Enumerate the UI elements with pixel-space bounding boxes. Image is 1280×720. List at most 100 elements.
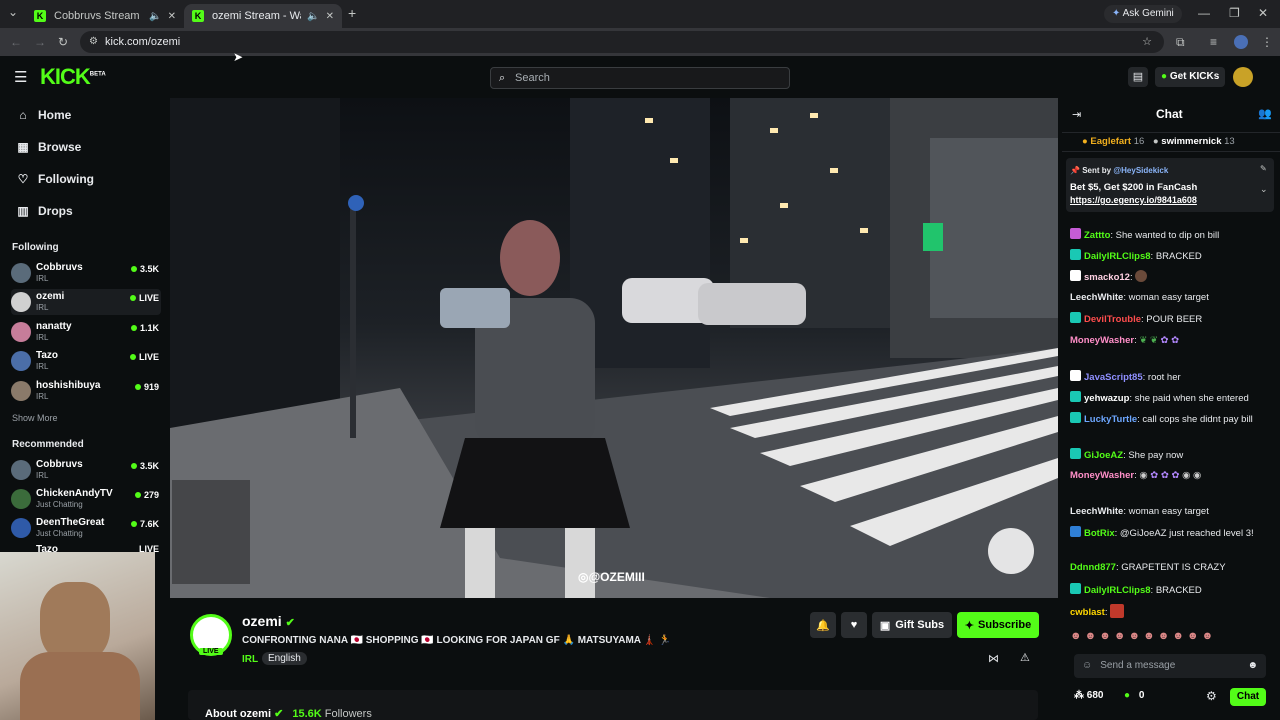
tab-list-icon[interactable]: ⌄ [8,0,18,26]
close-window-icon[interactable]: ✕ [1258,0,1268,27]
channel-name: Tazo [36,544,59,552]
media-controls-icon[interactable]: ≡ [1210,28,1217,56]
chat-username[interactable]: cwblast [1070,607,1105,618]
chat-users-icon[interactable]: 👥 [1258,107,1272,120]
unpin-icon[interactable]: ✎ [1260,164,1267,173]
chat-username[interactable]: LeechWhite [1070,506,1123,517]
channel-points[interactable]: ⁂ 680 [1074,690,1103,701]
chat-username[interactable]: smacko12 [1084,272,1130,283]
avatar [11,381,31,401]
chat-username[interactable]: DevilTrouble [1084,314,1141,325]
chat-username[interactable]: DailyIRLClips8 [1084,585,1151,596]
minimize-icon[interactable]: — [1198,0,1210,27]
nav-label: Following [38,172,94,186]
chat-username[interactable]: DailyIRLClips8 [1084,251,1151,262]
speaker-icon[interactable]: 🔈 [149,11,161,22]
recommended-channel-deenthegreat[interactable]: DeenTheGreat Just Chatting 7.6K [11,515,161,541]
hamburger-menu-icon[interactable]: ☰ [14,68,27,86]
follow-heart-button[interactable]: ♥ [841,612,867,638]
subscribe-button[interactable]: ✦ Subscribe [957,612,1039,638]
chat-username[interactable]: GiJoeAZ [1084,450,1123,461]
nav-following[interactable]: ♡ Following [16,172,94,186]
kicks-balance[interactable]: ● 0 [1124,690,1144,701]
video-player[interactable]: ◎@OZEMIII [170,98,1058,598]
dashboard-button[interactable]: ▤ [1128,67,1148,87]
chat-message: DailyIRLClips8: BRACKED [1070,249,1274,264]
speaker-icon[interactable]: 🔈 [307,11,319,22]
chat-username[interactable]: Zattto [1084,230,1110,241]
chat-panel: ⇥ Chat 👥 ● Eaglefart 16 ● swimmernick 13… [1062,98,1280,720]
following-channel-nanatty[interactable]: nanatty IRL 1.1K [11,319,161,345]
chat-username[interactable]: MoneyWasher [1070,470,1134,481]
collapse-chat-icon[interactable]: ⇥ [1072,108,1081,121]
browser-tab-ozemi[interactable]: K ozemi Stream - Watch Live 🔈 ✕ [184,4,342,28]
points-icon: ⁂ [1074,690,1084,701]
show-more-link[interactable]: Show More [12,413,58,423]
search-input[interactable]: ⌕ Search [490,67,790,89]
following-channel-hoshishibuya[interactable]: hoshishibuya IRL 919 [11,378,161,404]
chat-username[interactable]: JavaScript85 [1084,372,1143,383]
kick-logo[interactable]: KICKBETA [40,64,106,90]
chat-username[interactable]: LeechWhite [1070,292,1123,303]
chat-text: GRAPETENT IS CRAZY [1121,562,1226,573]
pinned-link[interactable]: https://go.egency.io/9841a608 [1070,195,1197,205]
browser-tab-cobbruvs[interactable]: K Cobbruvs Stream - Watch Live 🔈 ✕ [26,4,184,28]
chat-username[interactable]: MoneyWasher [1070,335,1134,346]
get-kicks-button[interactable]: ● Get KICKs [1155,67,1226,87]
report-icon[interactable]: ⚠ [1020,651,1030,664]
reload-icon[interactable]: ↻ [58,28,68,56]
chat-username[interactable]: BotRix [1084,528,1115,539]
chat-settings-icon[interactable]: ⚙ [1206,689,1217,703]
share-icon[interactable]: ⋈ [988,652,999,665]
expand-pinned-icon[interactable]: ⌄ [1260,184,1268,195]
close-tab-icon[interactable]: ✕ [168,11,176,22]
forward-icon[interactable]: → [34,28,46,56]
chat-message: LuckyTurtle: call cops she didnt pay bil… [1070,412,1274,427]
sub-badge-icon [1070,312,1081,323]
emote-picker-icon[interactable]: ☻ [1247,654,1258,678]
pinned-message[interactable]: 📌 Sent by @HeySidekick ✎ ⌄ Bet $5, Get $… [1066,158,1274,212]
viewer-count: 1.1K [130,323,159,333]
site-info-icon[interactable]: ⚙ [89,31,98,53]
avatar [11,518,31,538]
bookmark-star-icon[interactable]: ☆ [1142,31,1152,53]
channel-name[interactable]: ozemi ✔ [242,613,295,629]
gift-subs-label: Gift Subs [895,619,945,631]
nav-drops[interactable]: ▥ Drops [16,204,72,218]
emote-icon: ❦ ❦ [1139,335,1158,346]
instagram-icon: ◎ [578,570,589,584]
recommended-channel-chickenandytv[interactable]: ChickenAndyTV Just Chatting 279 [11,486,161,512]
notifications-bell-button[interactable]: 🔔 [810,612,836,638]
following-channel-ozemi[interactable]: ozemi IRL LIVE [11,289,161,315]
new-tab-button[interactable]: + [348,0,356,27]
close-tab-icon[interactable]: ✕ [326,11,334,22]
category-tag[interactable]: IRL [242,654,258,665]
browser-menu-icon[interactable]: ⋮ [1261,28,1273,56]
following-channel-cobbruvs[interactable]: Cobbruvs IRL 3.5K [11,260,161,286]
ask-gemini-button[interactable]: ✦ Ask Gemini [1104,5,1182,23]
extensions-icon[interactable]: ⧉ [1176,28,1185,56]
chat-input[interactable]: ☺ Send a message ☻ [1074,654,1266,678]
nav-browse[interactable]: ▦ Browse [16,140,81,154]
chat-username[interactable]: yehwazup [1084,393,1129,404]
live-dot-icon [130,266,137,272]
viewer-count: 3.5K [130,264,159,274]
maximize-icon[interactable]: ❐ [1229,0,1240,27]
user-avatar[interactable] [1233,67,1253,87]
profile-avatar[interactable] [1234,35,1248,49]
send-chat-button[interactable]: Chat [1230,688,1266,706]
gift-subs-button[interactable]: ▣ Gift Subs [872,612,952,638]
nav-home[interactable]: ⌂ Home [16,108,71,122]
recommended-channel-cobbruvs[interactable]: Cobbruvs IRL 3.5K [11,457,161,483]
kick-favicon-icon: K [192,10,204,22]
chat-username[interactable]: LuckyTurtle [1084,414,1137,425]
following-channel-tazo[interactable]: Tazo IRL LIVE [11,348,161,374]
chat-message: smacko12: [1070,270,1274,285]
verified-icon: ✔ [274,708,284,720]
ask-gemini-label: Ask Gemini [1122,8,1174,19]
back-icon[interactable]: ← [10,28,22,56]
language-tag[interactable]: English [262,652,307,665]
chat-username[interactable]: Ddnnd877 [1070,562,1116,573]
live-dot-icon [129,295,136,301]
recommended-channel-tazo[interactable]: Tazo LIVE [11,544,161,552]
